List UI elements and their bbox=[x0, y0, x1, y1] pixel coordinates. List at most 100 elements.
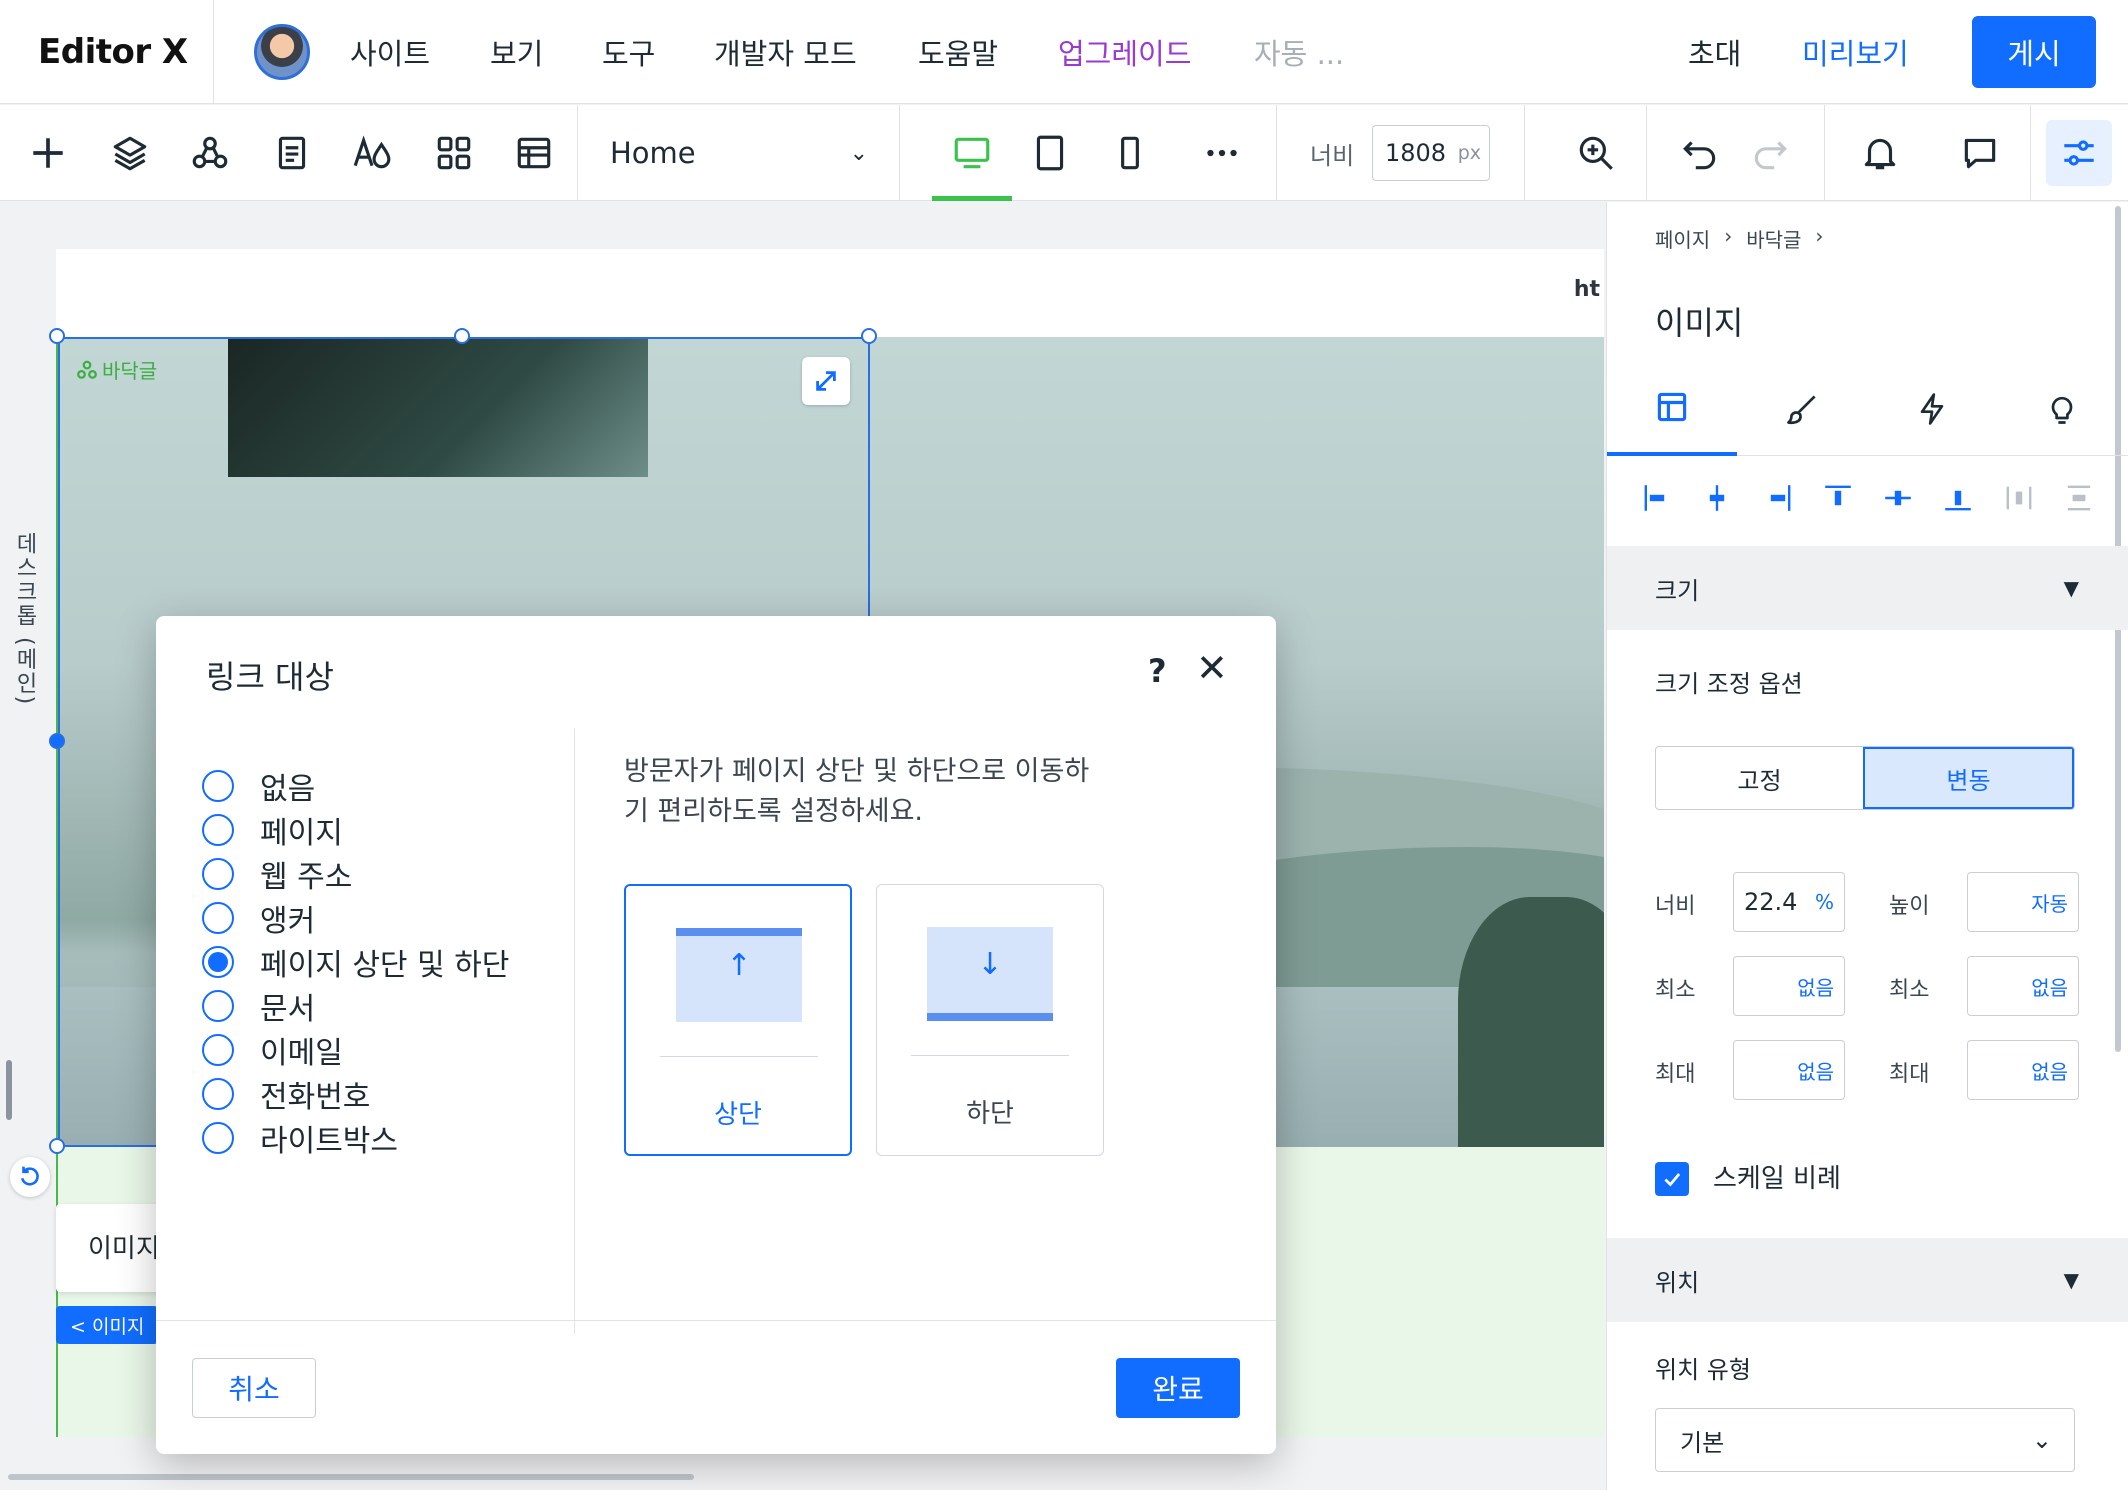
page-header-section[interactable]: ht bbox=[56, 249, 1604, 337]
resize-handle-left[interactable] bbox=[49, 733, 65, 749]
menu-site[interactable]: 사이트 bbox=[350, 0, 430, 104]
bottom-option-card[interactable]: ↓ 하단 bbox=[876, 884, 1104, 1156]
breadcrumb-footer[interactable]: 바닥글 bbox=[1746, 224, 1801, 253]
link-option-email[interactable]: 이메일 bbox=[202, 1028, 343, 1072]
fixed-option[interactable]: 고정 bbox=[1656, 747, 1863, 809]
notifications-bell-icon[interactable] bbox=[1850, 123, 1910, 183]
canvas-width-value: 1808 bbox=[1385, 139, 1447, 167]
position-section-header[interactable]: 위치 ▼ bbox=[1607, 1238, 2128, 1322]
brush-icon bbox=[1787, 395, 1816, 425]
top-option-card[interactable]: ↑ 상단 bbox=[624, 884, 852, 1156]
position-type-select[interactable]: 기본 ⌄ bbox=[1655, 1408, 2075, 1472]
radio-button[interactable] bbox=[202, 858, 234, 890]
page-selector[interactable]: Home ⌄ bbox=[578, 105, 900, 201]
radio-button[interactable] bbox=[202, 1078, 234, 1110]
editor-x-logo[interactable]: Editor X bbox=[0, 0, 214, 104]
tab-layout[interactable] bbox=[1607, 362, 1737, 456]
apps-grid-icon[interactable] bbox=[424, 123, 484, 183]
vertical-scrollbar-left[interactable] bbox=[6, 1060, 12, 1120]
more-icon[interactable] bbox=[1192, 123, 1252, 183]
max-width-input[interactable]: 없음 bbox=[1733, 1040, 1845, 1100]
link-option-top-bottom[interactable]: 페이지 상단 및 하단 bbox=[202, 940, 509, 984]
expand-button[interactable] bbox=[802, 357, 850, 405]
done-button[interactable]: 완료 bbox=[1116, 1358, 1240, 1418]
mobile-icon[interactable] bbox=[1100, 123, 1160, 183]
zoom-in-icon[interactable] bbox=[1566, 123, 1626, 183]
height-input[interactable]: 자동 bbox=[1967, 872, 2079, 932]
radio-button[interactable] bbox=[202, 770, 234, 802]
radio-button[interactable] bbox=[202, 1034, 234, 1066]
help-icon[interactable]: ? bbox=[1148, 652, 1167, 690]
cms-table-icon[interactable] bbox=[504, 123, 564, 183]
resize-handle-top-right[interactable] bbox=[861, 328, 877, 344]
radio-button-checked[interactable] bbox=[202, 946, 234, 978]
inspector-settings-icon[interactable] bbox=[2046, 120, 2112, 186]
link-option-anchor[interactable]: 앵커 bbox=[202, 896, 315, 940]
user-avatar[interactable] bbox=[254, 24, 310, 80]
distribute-horizontal-icon[interactable] bbox=[1999, 478, 2039, 518]
theme-icon[interactable] bbox=[342, 123, 402, 183]
radio-button[interactable] bbox=[202, 1122, 234, 1154]
flexible-option[interactable]: 변동 bbox=[1863, 747, 2074, 809]
resize-handle-bottom-left[interactable] bbox=[49, 1138, 65, 1154]
radio-button[interactable] bbox=[202, 814, 234, 846]
menu-help[interactable]: 도움말 bbox=[918, 0, 998, 104]
tablet-icon[interactable] bbox=[1020, 123, 1080, 183]
menu-view[interactable]: 보기 bbox=[490, 0, 543, 104]
radio-button[interactable] bbox=[202, 902, 234, 934]
layers-icon[interactable] bbox=[100, 123, 160, 183]
expand-arrows-icon bbox=[816, 371, 836, 391]
resize-handle-top-left[interactable] bbox=[49, 328, 65, 344]
align-left-icon[interactable] bbox=[1637, 478, 1677, 518]
layout-icon bbox=[1657, 392, 1687, 422]
image-breadcrumb-tag[interactable]: < 이미지 bbox=[56, 1306, 159, 1344]
link-option-document[interactable]: 문서 bbox=[202, 984, 315, 1028]
menu-tools[interactable]: 도구 bbox=[602, 0, 655, 104]
width-value: 22.4 bbox=[1744, 888, 1798, 916]
comments-icon[interactable] bbox=[1950, 123, 2010, 183]
tab-tips[interactable] bbox=[1997, 362, 2127, 456]
cancel-button[interactable]: 취소 bbox=[192, 1358, 316, 1418]
align-center-h-icon[interactable] bbox=[1697, 478, 1737, 518]
chevron-down-icon: ⌄ bbox=[2031, 1426, 2052, 1454]
align-right-icon[interactable] bbox=[1758, 478, 1798, 518]
close-icon[interactable]: ✕ bbox=[1196, 649, 1228, 687]
align-top-icon[interactable] bbox=[1818, 478, 1858, 518]
align-bottom-icon[interactable] bbox=[1938, 478, 1978, 518]
min-width-input[interactable]: 없음 bbox=[1733, 956, 1845, 1016]
link-option-lightbox[interactable]: 라이트박스 bbox=[202, 1116, 398, 1160]
horizontal-scrollbar[interactable] bbox=[8, 1474, 694, 1480]
tab-interactions[interactable] bbox=[1867, 362, 1997, 456]
autosave-status: 자동 ... bbox=[1254, 37, 1345, 71]
scale-proportionally-checkbox[interactable] bbox=[1655, 1162, 1689, 1196]
breadcrumb-page[interactable]: 페이지 bbox=[1655, 224, 1710, 253]
radio-button[interactable] bbox=[202, 990, 234, 1022]
rotate-button[interactable] bbox=[10, 1157, 50, 1197]
undo-icon[interactable] bbox=[1670, 123, 1730, 183]
min-height-input[interactable]: 없음 bbox=[1967, 956, 2079, 1016]
add-icon[interactable] bbox=[18, 123, 78, 183]
pages-icon[interactable] bbox=[262, 123, 322, 183]
align-center-v-icon[interactable] bbox=[1878, 478, 1918, 518]
link-option-none[interactable]: 없음 bbox=[202, 764, 315, 808]
editor-canvas[interactable]: 데스크톱 (메인) ht 바닥글 이미지 변경 < 이미지 링크 대상 ? ✕ … bbox=[0, 202, 1604, 1490]
link-option-phone[interactable]: 전화번호 bbox=[202, 1072, 370, 1116]
menu-dev-mode[interactable]: 개발자 모드 bbox=[714, 0, 857, 104]
max-height-input[interactable]: 없음 bbox=[1967, 1040, 2079, 1100]
section-tag[interactable]: 바닥글 bbox=[76, 355, 157, 384]
components-icon[interactable] bbox=[180, 123, 240, 183]
size-section-header[interactable]: 크기 ▼ bbox=[1607, 546, 2128, 630]
width-input[interactable]: 22.4 % bbox=[1733, 872, 1845, 932]
invite-button[interactable]: 초대 bbox=[1688, 0, 1741, 104]
publish-button[interactable]: 게시 bbox=[1972, 16, 2096, 88]
redo-icon[interactable] bbox=[1740, 123, 1800, 183]
tab-design[interactable] bbox=[1737, 362, 1867, 456]
resize-handle-top[interactable] bbox=[454, 328, 470, 344]
desktop-icon[interactable] bbox=[942, 123, 1002, 183]
preview-button[interactable]: 미리보기 bbox=[1802, 0, 1909, 104]
link-option-web-address[interactable]: 웹 주소 bbox=[202, 852, 352, 896]
link-option-page[interactable]: 페이지 bbox=[202, 808, 343, 852]
menu-upgrade[interactable]: 업그레이드 bbox=[1058, 0, 1191, 104]
canvas-width-input[interactable]: 1808 px bbox=[1372, 125, 1490, 181]
distribute-vertical-icon[interactable] bbox=[2059, 478, 2099, 518]
